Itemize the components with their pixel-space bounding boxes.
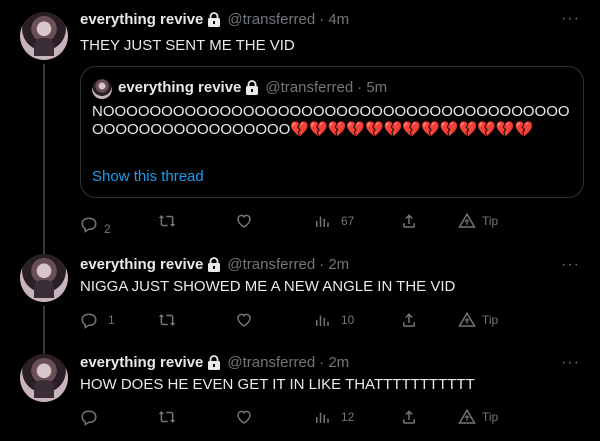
avatar[interactable] — [20, 254, 68, 302]
tweet-text: THEY JUST SENT ME THE VID — [80, 37, 295, 54]
tip-label: Tip — [482, 410, 499, 424]
timestamp[interactable]: · 2m — [319, 354, 349, 371]
timestamp[interactable]: · 2m — [319, 256, 349, 273]
views-icon — [316, 412, 329, 423]
quote-header: everything revive @transferred · 5m — [118, 79, 387, 96]
views-icon — [316, 315, 329, 326]
tweet-3[interactable]: everything revive @transferred · 2m ··· … — [0, 346, 600, 441]
avatar[interactable] — [20, 354, 68, 402]
views-button[interactable]: 12 — [313, 408, 354, 426]
tip-button[interactable]: Tip — [458, 212, 498, 230]
reply-button[interactable] — [80, 408, 98, 426]
retweet-button[interactable] — [158, 311, 176, 329]
share-icon — [403, 214, 415, 228]
tip-button[interactable]: Tip — [458, 408, 498, 426]
action-bar: 2 67 Tip — [80, 212, 510, 236]
handle[interactable]: @transferred — [227, 354, 315, 371]
quote-display-name: everything revive — [118, 79, 242, 96]
tip-icon — [458, 408, 476, 424]
tip-label: Tip — [482, 214, 499, 228]
tip-label: Tip — [482, 313, 499, 327]
views-button[interactable]: 67 — [313, 212, 354, 230]
quote-handle: @transferred — [265, 79, 354, 96]
reply-icon — [81, 313, 97, 329]
quote-timestamp: · 5m — [357, 79, 388, 96]
share-icon — [403, 410, 415, 424]
share-button[interactable] — [400, 212, 418, 230]
display-name[interactable]: everything revive — [80, 354, 203, 371]
reply-icon — [81, 217, 97, 233]
thread-line — [43, 346, 45, 354]
thread-line — [43, 64, 45, 248]
thread-line — [43, 306, 45, 346]
like-button[interactable] — [235, 212, 253, 230]
tweet-header: everything revive @transferred · 2m — [80, 256, 349, 273]
retweet-icon — [158, 215, 176, 227]
tweet-header: everything revive @transferred · 2m — [80, 354, 349, 371]
tweet-text: HOW DOES HE EVEN GET IT IN LIKE THATTTTT… — [80, 376, 475, 393]
like-button[interactable] — [235, 408, 253, 426]
tip-button[interactable]: Tip — [458, 311, 498, 329]
reply-button[interactable]: 1 — [80, 311, 115, 329]
action-bar: 1 10 Tip — [80, 311, 510, 331]
tweet-2[interactable]: everything revive @transferred · 2m ··· … — [0, 248, 600, 346]
retweet-icon — [158, 411, 176, 423]
reply-count: 2 — [104, 222, 111, 236]
views-button[interactable]: 10 — [313, 311, 354, 329]
lock-icon — [207, 11, 221, 28]
display-name[interactable]: everything revive — [80, 11, 203, 28]
tip-icon — [458, 311, 476, 327]
display-name[interactable]: everything revive — [80, 256, 203, 273]
quote-avatar — [92, 79, 112, 99]
show-thread-link[interactable]: Show this thread — [92, 168, 204, 185]
quoted-tweet[interactable]: everything revive @transferred · 5m NOOO… — [80, 66, 584, 198]
share-button[interactable] — [400, 408, 418, 426]
tweet-text: NIGGA JUST SHOWED ME A NEW ANGLE IN THE … — [80, 278, 456, 295]
more-options-icon[interactable]: ··· — [561, 354, 580, 372]
tip-icon — [458, 212, 476, 228]
lock-icon — [207, 354, 221, 371]
timestamp[interactable]: · 4m — [319, 11, 349, 28]
lock-icon — [207, 256, 221, 273]
more-options-icon[interactable]: ··· — [561, 256, 580, 274]
handle[interactable]: @transferred — [227, 256, 315, 273]
heart-icon — [237, 214, 251, 228]
handle[interactable]: @transferred — [227, 11, 315, 28]
share-button[interactable] — [400, 311, 418, 329]
retweet-icon — [158, 314, 176, 326]
retweet-button[interactable] — [158, 408, 176, 426]
more-options-icon[interactable]: ··· — [561, 10, 580, 28]
quote-text: NOOOOOOOOOOOOOOOOOOOOOOOOOOOOOOOOOOOOOOO… — [92, 103, 570, 138]
view-count: 12 — [341, 410, 355, 424]
view-count: 10 — [341, 313, 355, 327]
reply-icon — [81, 410, 97, 426]
view-count: 67 — [341, 214, 355, 228]
like-button[interactable] — [235, 311, 253, 329]
retweet-button[interactable] — [158, 212, 176, 230]
heart-icon — [237, 410, 251, 424]
lock-icon — [245, 79, 259, 96]
tweet-header: everything revive @transferred · 4m — [80, 11, 349, 28]
action-bar: 12 Tip — [80, 408, 510, 428]
views-icon — [316, 216, 329, 227]
avatar[interactable] — [20, 12, 68, 60]
heart-icon — [237, 313, 251, 327]
share-icon — [403, 313, 415, 327]
reply-count: 1 — [108, 313, 115, 327]
reply-button[interactable]: 2 — [80, 212, 111, 236]
tweet-1[interactable]: everything revive @transferred · 4m ··· … — [0, 0, 600, 248]
